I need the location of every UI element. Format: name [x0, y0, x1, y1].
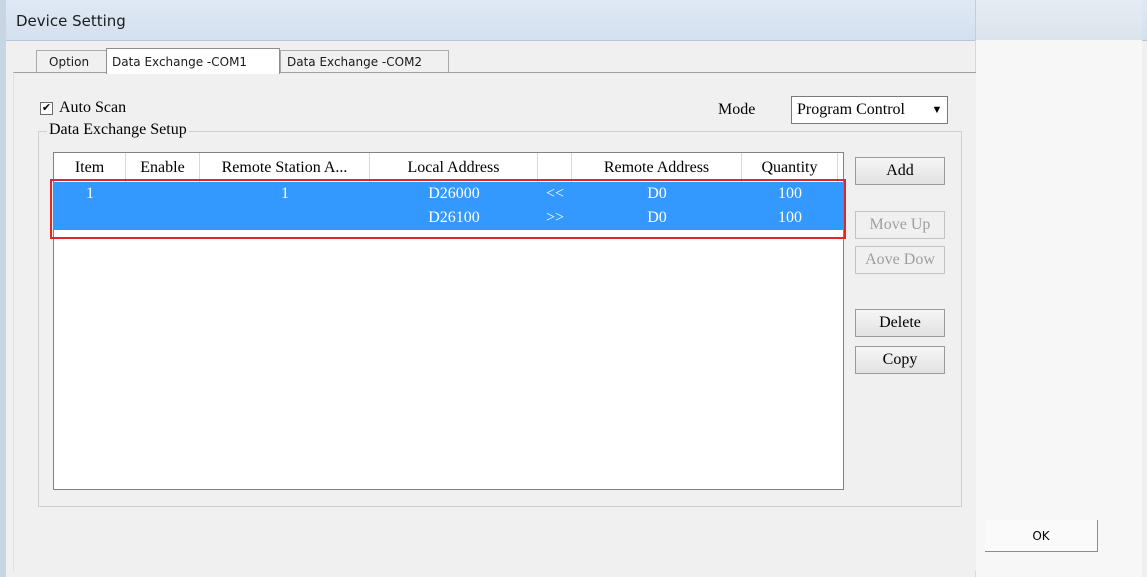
- checkbox-icon[interactable]: ✔: [40, 101, 53, 115]
- cell-enable: [126, 206, 200, 230]
- window-title: Device Setting: [16, 12, 126, 30]
- add-button[interactable]: Add: [855, 157, 945, 185]
- tab-com1-label: Data Exchange -COM1: [112, 55, 248, 69]
- chevron-down-icon[interactable]: ▼: [929, 100, 945, 120]
- copy-button[interactable]: Copy: [855, 346, 945, 374]
- column-header-local-address[interactable]: Local Address: [370, 153, 538, 183]
- cell-remote-address: D0: [647, 185, 667, 202]
- column-header-item[interactable]: Item: [54, 153, 126, 183]
- data-exchange-table[interactable]: Item Enable Remote Station A... Local Ad…: [53, 152, 844, 490]
- move-up-button[interactable]: Move Up: [855, 211, 945, 239]
- delete-button[interactable]: Delete: [855, 309, 945, 337]
- table-header: Item Enable Remote Station A... Local Ad…: [54, 153, 843, 185]
- cell-quantity: 100: [778, 185, 802, 202]
- column-header-quantity[interactable]: Quantity: [742, 153, 838, 183]
- background-area: [975, 0, 1142, 577]
- cell-local-address: D26100: [428, 209, 480, 226]
- cell-local-address: D26000: [428, 185, 480, 202]
- mode-label: Mode: [718, 101, 756, 118]
- cell-enable: [126, 182, 200, 206]
- mode-value: Program Control: [797, 101, 905, 118]
- cell-remote-station: 1: [281, 185, 289, 202]
- cell-direction: <<: [545, 185, 565, 202]
- auto-scan-checkbox[interactable]: ✔ Auto Scan: [40, 99, 126, 117]
- cell-quantity: 100: [778, 209, 802, 226]
- mode-dropdown[interactable]: Program Control ▼: [791, 96, 948, 124]
- table-row[interactable]: 1 1 D26000 << D0 100: [54, 182, 843, 206]
- auto-scan-label: Auto Scan: [59, 99, 127, 116]
- column-header-remote-station[interactable]: Remote Station A...: [200, 153, 370, 183]
- tab-data-exchange-com2[interactable]: Data Exchange -COM2: [280, 50, 449, 72]
- tab-option-label: Option: [49, 55, 90, 69]
- table-row[interactable]: D26100 >> D0 100: [54, 206, 843, 230]
- group-title: Data Exchange Setup: [47, 121, 189, 139]
- cell-remote-address: D0: [647, 209, 667, 226]
- column-header-enable[interactable]: Enable: [126, 153, 200, 183]
- move-down-button[interactable]: Aove Dow: [855, 246, 945, 274]
- tab-data-exchange-com1[interactable]: Data Exchange -COM1: [106, 48, 280, 74]
- cell-item: [54, 206, 126, 230]
- tab-com2-label: Data Exchange -COM2: [287, 55, 423, 69]
- cell-remote-station: [200, 206, 370, 230]
- column-header-direction[interactable]: [538, 153, 572, 183]
- tab-option[interactable]: Option: [36, 50, 108, 72]
- cell-item: 1: [86, 185, 94, 202]
- background-titlebar: [975, 0, 1142, 40]
- ok-button[interactable]: OK: [985, 520, 1098, 552]
- column-header-remote-address[interactable]: Remote Address: [572, 153, 742, 183]
- cell-direction: >>: [545, 209, 565, 226]
